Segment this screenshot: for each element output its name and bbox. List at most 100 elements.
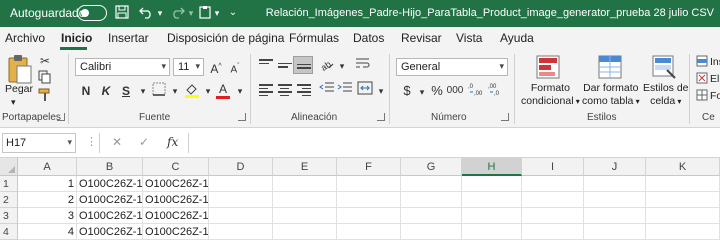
cell-g2[interactable] xyxy=(401,192,462,208)
cell-g4[interactable] xyxy=(401,224,462,240)
autosave-toggle[interactable] xyxy=(77,5,107,21)
bold-button[interactable]: N xyxy=(77,82,95,100)
clipboard-launcher-icon[interactable] xyxy=(57,113,65,121)
column-header-h[interactable]: H xyxy=(462,158,522,176)
cell-g3[interactable] xyxy=(401,208,462,224)
copy-icon[interactable] xyxy=(36,70,54,88)
cell-h3[interactable] xyxy=(462,208,522,224)
cell-i4[interactable] xyxy=(522,224,584,240)
row-header-3[interactable]: 3 xyxy=(0,208,18,224)
font-color-icon[interactable]: A xyxy=(214,80,232,99)
tab-revisar[interactable]: Revisar xyxy=(401,31,442,45)
row-header-4[interactable]: 4 xyxy=(0,224,18,240)
cell-a1[interactable]: 1 xyxy=(18,176,77,192)
cell-f3[interactable] xyxy=(337,208,401,224)
cell-j2[interactable] xyxy=(584,192,646,208)
cell-c1[interactable]: O100C26Z-12 xyxy=(143,176,209,192)
tab-ayuda[interactable]: Ayuda xyxy=(500,31,534,45)
cell-b4[interactable]: O100C26Z-10 xyxy=(77,224,143,240)
cell-e2[interactable] xyxy=(273,192,337,208)
cell-k1[interactable] xyxy=(646,176,720,192)
column-header-e[interactable]: E xyxy=(273,158,337,176)
cell-a4[interactable]: 4 xyxy=(18,224,77,240)
cell-e1[interactable] xyxy=(273,176,337,192)
column-header-g[interactable]: G xyxy=(401,158,462,176)
clipboard-qat-icon[interactable] xyxy=(197,5,213,21)
cell-c4[interactable]: O100C26Z-18 xyxy=(143,224,209,240)
number-launcher-icon[interactable] xyxy=(501,113,509,121)
insert-cells-label[interactable]: Ins xyxy=(710,56,720,68)
cell-styles-icon[interactable] xyxy=(651,54,677,80)
tab-disposicion[interactable]: Disposición de página xyxy=(167,31,284,45)
cell-a3[interactable]: 3 xyxy=(18,208,77,224)
font-color-dropdown-icon[interactable]: ▾ xyxy=(231,82,249,100)
cell-e3[interactable] xyxy=(273,208,337,224)
cell-j1[interactable] xyxy=(584,176,646,192)
format-cells-icon[interactable] xyxy=(696,88,708,106)
cancel-icon[interactable]: ✕ xyxy=(112,135,122,149)
cell-f4[interactable] xyxy=(337,224,401,240)
cell-f2[interactable] xyxy=(337,192,401,208)
font-launcher-icon[interactable] xyxy=(238,113,246,121)
paste-dropdown-icon[interactable]: ▾ xyxy=(11,96,16,109)
format-painter-icon[interactable] xyxy=(36,88,54,106)
align-top-icon[interactable] xyxy=(259,59,273,71)
select-all-button[interactable] xyxy=(0,158,18,176)
cell-d3[interactable] xyxy=(209,208,273,224)
enter-icon[interactable]: ✓ xyxy=(139,135,149,149)
column-header-c[interactable]: C xyxy=(143,158,209,176)
font-size-combo[interactable]: 11 ▾ xyxy=(173,58,204,76)
cell-j3[interactable] xyxy=(584,208,646,224)
worksheet-grid[interactable]: A B C D E F G H I J K 1 1 O100C26Z-10 O1… xyxy=(0,158,720,242)
column-header-b[interactable]: B xyxy=(77,158,143,176)
cell-styles-label[interactable]: Estilos de celda ▾ xyxy=(643,82,689,108)
save-icon[interactable] xyxy=(114,5,130,21)
column-header-j[interactable]: J xyxy=(584,158,646,176)
cell-c3[interactable]: O100C26Z-16 xyxy=(143,208,209,224)
row-header-2[interactable]: 2 xyxy=(0,192,18,208)
cell-a2[interactable]: 2 xyxy=(18,192,77,208)
conditional-format-label[interactable]: Formato condicional ▾ xyxy=(521,82,580,108)
tab-inicio[interactable]: Inicio xyxy=(61,31,92,45)
column-header-f[interactable]: F xyxy=(337,158,401,176)
redo-dropdown-icon[interactable]: ▾ xyxy=(186,5,196,21)
tab-datos[interactable]: Datos xyxy=(353,31,384,45)
cell-i3[interactable] xyxy=(522,208,584,224)
column-header-i[interactable]: I xyxy=(522,158,584,176)
cell-h1[interactable] xyxy=(462,176,522,192)
delete-cells-icon[interactable] xyxy=(696,71,708,89)
column-header-d[interactable]: D xyxy=(209,158,273,176)
cell-h2[interactable] xyxy=(462,192,522,208)
underline-button[interactable]: S xyxy=(117,82,135,100)
increase-decimal-icon[interactable]: ,0,00 xyxy=(468,82,486,100)
name-box[interactable]: H17 ▾ xyxy=(2,133,76,153)
cell-i2[interactable] xyxy=(522,192,584,208)
decrease-indent-icon[interactable] xyxy=(318,81,336,99)
cell-d2[interactable] xyxy=(209,192,273,208)
conditional-format-icon[interactable] xyxy=(535,54,561,80)
undo-dropdown-icon[interactable]: ▾ xyxy=(155,5,165,21)
align-middle-icon[interactable] xyxy=(278,59,292,71)
align-center-icon[interactable] xyxy=(278,84,292,96)
insert-cells-icon[interactable] xyxy=(696,54,708,72)
percent-button[interactable]: % xyxy=(428,82,446,100)
cell-g1[interactable] xyxy=(401,176,462,192)
decrease-decimal-icon[interactable]: ,00,0 xyxy=(488,82,506,100)
italic-button[interactable]: K xyxy=(97,82,115,100)
cell-d1[interactable] xyxy=(209,176,273,192)
cell-c2[interactable]: O100C26Z-14 xyxy=(143,192,209,208)
cell-j4[interactable] xyxy=(584,224,646,240)
grow-font-button[interactable]: A^ xyxy=(207,58,225,76)
alignment-launcher-icon[interactable] xyxy=(377,113,385,121)
cell-i1[interactable] xyxy=(522,176,584,192)
insert-function-icon[interactable]: fx xyxy=(167,135,178,149)
merge-dropdown-icon[interactable]: ▾ xyxy=(372,82,390,100)
cell-k2[interactable] xyxy=(646,192,720,208)
cell-b2[interactable]: O100C26Z-10 xyxy=(77,192,143,208)
align-bottom-button[interactable] xyxy=(293,56,313,74)
column-header-a[interactable]: A xyxy=(18,158,77,176)
format-cells-label[interactable]: Fo xyxy=(710,90,720,102)
orientation-dropdown-icon[interactable]: ▾ xyxy=(333,57,351,75)
delete-cells-label[interactable]: Eli xyxy=(710,73,720,85)
format-as-table-icon[interactable] xyxy=(597,54,623,80)
